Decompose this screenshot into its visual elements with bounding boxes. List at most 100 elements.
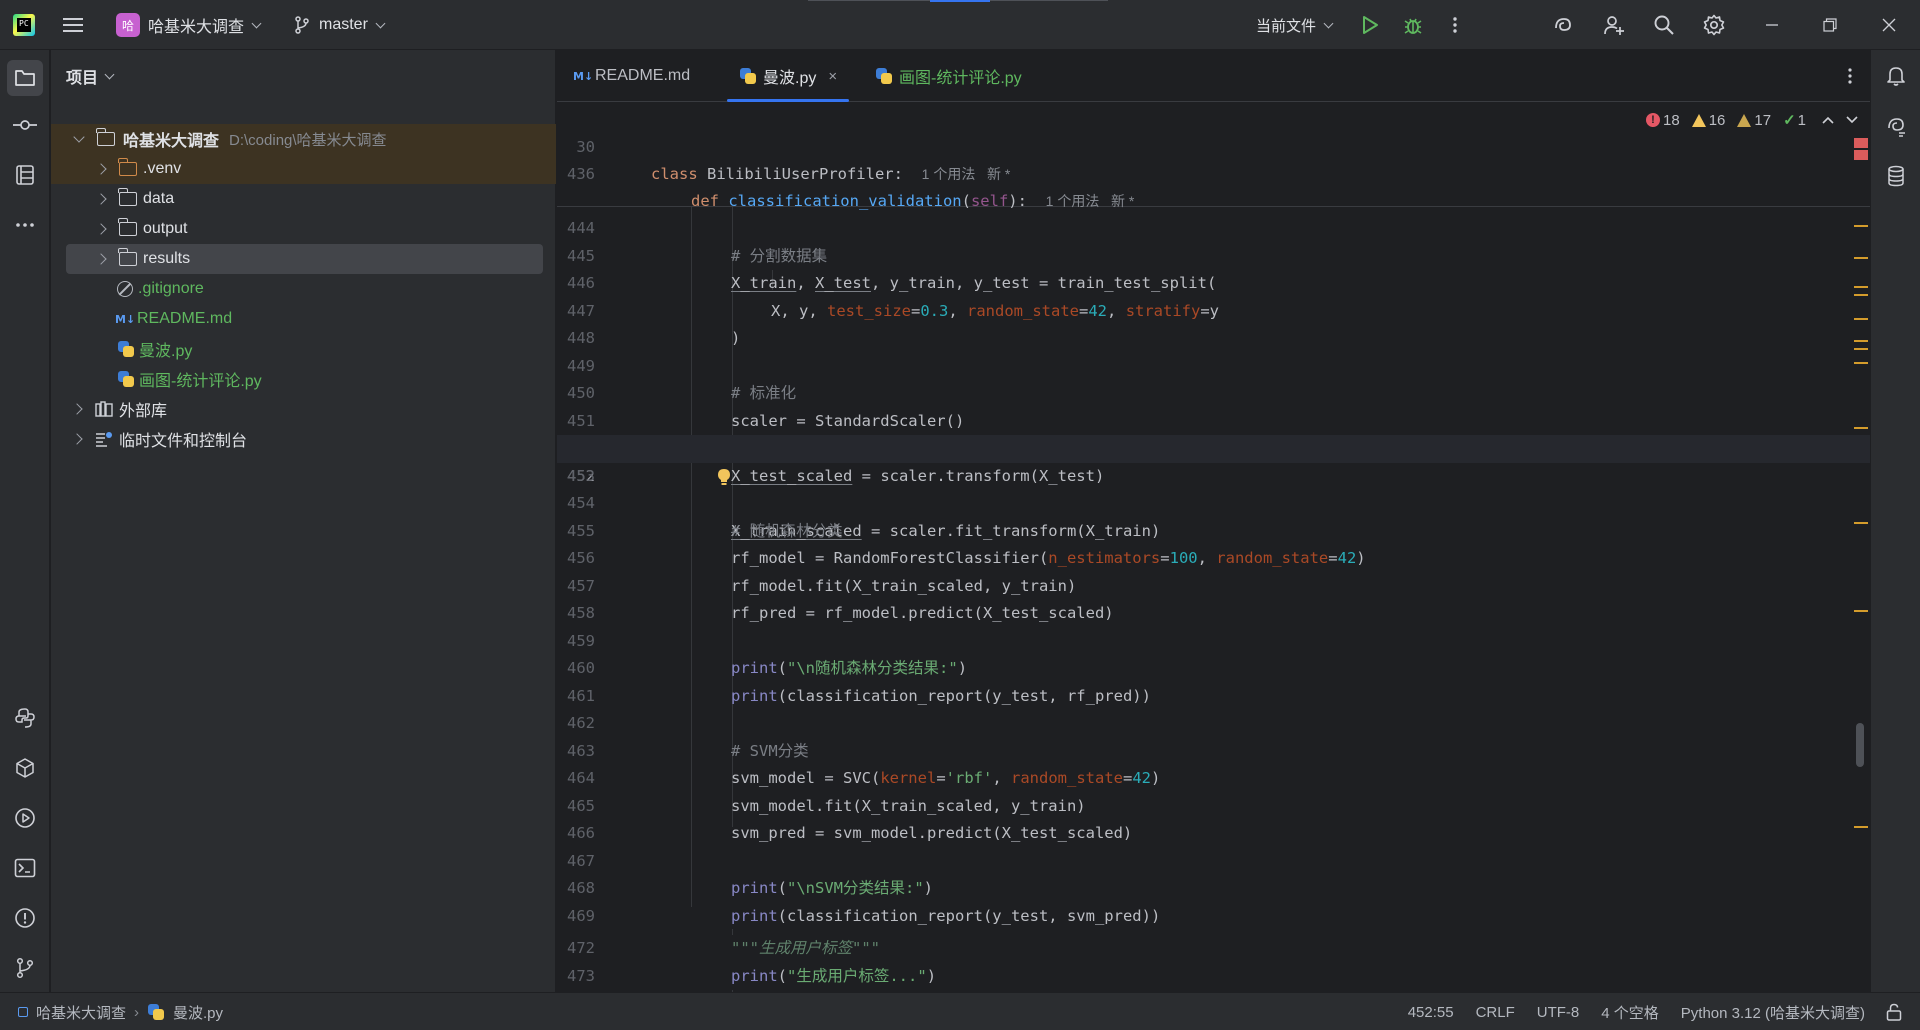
code-line[interactable]: 464 svm_model = SVC(kernel='rbf', random_… [557, 765, 1870, 793]
warning-mark[interactable] [1854, 340, 1868, 342]
code-line[interactable]: 450 # 标准化 [557, 380, 1870, 408]
code-line[interactable]: 470 [557, 930, 1870, 958]
tree-item-results[interactable]: results [66, 244, 543, 274]
code-line[interactable]: 456 rf_model = RandomForestClassifier(n_e… [557, 545, 1870, 573]
database-icon[interactable] [1878, 158, 1914, 194]
tab-plot-py[interactable]: 画图-统计评论.py [875, 50, 1022, 102]
code-line[interactable]: 463 # SVM分类 [557, 738, 1870, 766]
tree-root[interactable]: 哈基米大调查 D:\coding\哈基米大调查 [51, 124, 556, 154]
warning-mark[interactable] [1854, 286, 1868, 288]
debug-icon[interactable] [1400, 12, 1426, 38]
settings-gear-icon[interactable] [1701, 12, 1727, 38]
line-separator[interactable]: CRLF [1476, 1004, 1515, 1021]
tree-item-data[interactable]: data [51, 184, 556, 214]
code-line[interactable]: 454 [557, 490, 1870, 518]
tab-manbo-py[interactable]: 曼波.py × [727, 50, 850, 102]
warning-mark[interactable] [1854, 318, 1868, 320]
code-line[interactable]: 445 # 分割数据集 [557, 243, 1870, 271]
code-line[interactable]: 447 X, y, test_size=0.3, random_state=42,… [557, 298, 1870, 326]
warning-mark[interactable] [1854, 522, 1868, 524]
breadcrumb-file[interactable]: 曼波.py [173, 1002, 223, 1023]
code-line[interactable]: 448) [557, 325, 1870, 353]
python-console-icon[interactable] [7, 700, 43, 736]
inspection-widget[interactable]: ! 18 16 17 ✓ 1 [1646, 111, 1858, 129]
code-line[interactable]: 444 [557, 215, 1870, 243]
services-run-icon[interactable] [7, 800, 43, 836]
structure-tool-icon[interactable] [7, 157, 43, 193]
warning-mark[interactable] [1854, 427, 1868, 429]
code-line[interactable]: 466 svm_pred = svm_model.predict(X_test_s… [557, 820, 1870, 848]
usage-hint[interactable]: 1 个用法 新 * [980, 963, 1069, 979]
project-tool-icon[interactable] [7, 60, 43, 96]
code-line[interactable]: 449 [557, 353, 1870, 381]
code-line[interactable]: 457 rf_model.fit(X_train_scaled, y_train) [557, 573, 1870, 601]
project-switcher[interactable]: 哈 哈基米大调查 [116, 0, 262, 50]
ai-assistant-icon[interactable] [1550, 12, 1576, 38]
ok-count[interactable]: ✓ 1 [1783, 111, 1806, 130]
code-line[interactable]: 468 print("\nSVM分类结果:") [557, 875, 1870, 903]
usage-hint[interactable]: 1 个用法 新 * [1046, 193, 1135, 209]
indent-setting[interactable]: 4 个空格 [1601, 1002, 1659, 1023]
code-line[interactable]: 471 def generate_user_tags(self): 1 个用法 新… [557, 958, 1870, 986]
search-icon[interactable] [1651, 12, 1677, 38]
tree-item-readme[interactable]: M↓ README.md [51, 304, 556, 334]
file-encoding[interactable]: UTF-8 [1537, 1004, 1580, 1021]
error-mark[interactable] [1854, 138, 1868, 148]
warning-mark[interactable] [1854, 610, 1868, 612]
pycharm-logo-icon[interactable]: PC [13, 14, 35, 36]
code-line[interactable]: 446 X_train, X_test, y_train, y_test = tr… [557, 270, 1870, 298]
code-line[interactable]: 453 X_test_scaled = scaler.transform(X_te… [557, 463, 1870, 491]
commit-tool-icon[interactable] [7, 107, 43, 143]
tree-item-manbo-py[interactable]: 曼波.py [51, 334, 556, 364]
tree-item-plot-py[interactable]: 画图-统计评论.py [51, 364, 556, 394]
python-packages-icon[interactable] [7, 750, 43, 786]
code-line[interactable]: 451 scaler = StandardScaler() [557, 408, 1870, 436]
warning-count[interactable]: 16 [1691, 112, 1725, 129]
warning-mark[interactable] [1854, 348, 1868, 350]
tree-item-scratches[interactable]: 临时文件和控制台 [51, 424, 556, 454]
code-line[interactable]: 461 print(classification_report(y_test, r… [557, 683, 1870, 711]
notifications-bell-icon[interactable] [1878, 58, 1914, 94]
error-count[interactable]: ! 18 [1646, 112, 1680, 129]
tree-item-external-libs[interactable]: 外部库 [51, 394, 556, 424]
main-menu-icon[interactable] [60, 12, 86, 38]
python-interpreter[interactable]: Python 3.12 (哈基米大调查) [1681, 1002, 1865, 1023]
editor-scrollbar-thumb[interactable] [1856, 723, 1864, 767]
warning-mark[interactable] [1854, 257, 1868, 259]
minimize-window-icon[interactable] [1759, 12, 1785, 38]
code-line-current[interactable]: 452 X_train_scaled = scaler.fit_transfor… [557, 435, 1870, 540]
warning-mark[interactable] [1854, 294, 1868, 296]
breadcrumb-project[interactable]: 哈基米大调查 [36, 1002, 126, 1023]
restore-window-icon[interactable] [1817, 12, 1843, 38]
error-mark[interactable] [1854, 150, 1868, 160]
code-line[interactable]: 467 [557, 848, 1870, 876]
code-line[interactable]: 458 rf_pred = rf_model.predict(X_test_sca… [557, 600, 1870, 628]
project-panel-header[interactable]: 项目 [66, 64, 115, 88]
run-config-selector[interactable]: 当前文件 [1256, 0, 1334, 50]
tab-options-icon[interactable] [1837, 63, 1863, 89]
warning-mark[interactable] [1854, 826, 1868, 828]
more-actions-icon[interactable] [1442, 12, 1468, 38]
code-line[interactable]: 459 [557, 628, 1870, 656]
close-window-icon[interactable] [1876, 12, 1902, 38]
sticky-line-def[interactable]: 436 def classification_validation(self):… [557, 133, 1870, 211]
add-user-icon[interactable] [1601, 12, 1627, 38]
weak-warning-count[interactable]: 17 [1737, 112, 1771, 129]
terminal-icon[interactable] [7, 850, 43, 886]
run-icon[interactable] [1357, 12, 1383, 38]
code-line[interactable]: 465 svm_model.fit(X_train_scaled, y_train… [557, 793, 1870, 821]
tab-readme[interactable]: M↓ README.md [573, 50, 690, 102]
tree-item-venv[interactable]: .venv [51, 154, 556, 184]
sticky-scope-header[interactable]: 30 class BilibiliUserProfiler: 1 个用法 新 *… [557, 103, 1870, 211]
caret-position[interactable]: 452:55 [1408, 1004, 1454, 1021]
close-tab-icon[interactable]: × [828, 68, 837, 85]
git-tool-icon[interactable] [7, 950, 43, 986]
unlock-file-icon[interactable] [1886, 1003, 1902, 1021]
code-line[interactable]: 462 [557, 710, 1870, 738]
ai-chat-icon[interactable] [1878, 108, 1914, 144]
code-line[interactable]: 469 print(classification_report(y_test, s… [557, 903, 1870, 931]
next-problem-icon[interactable] [1846, 115, 1858, 125]
tree-item-output[interactable]: output [51, 214, 556, 244]
previous-problem-icon[interactable] [1822, 115, 1834, 125]
warning-mark[interactable] [1854, 225, 1868, 227]
